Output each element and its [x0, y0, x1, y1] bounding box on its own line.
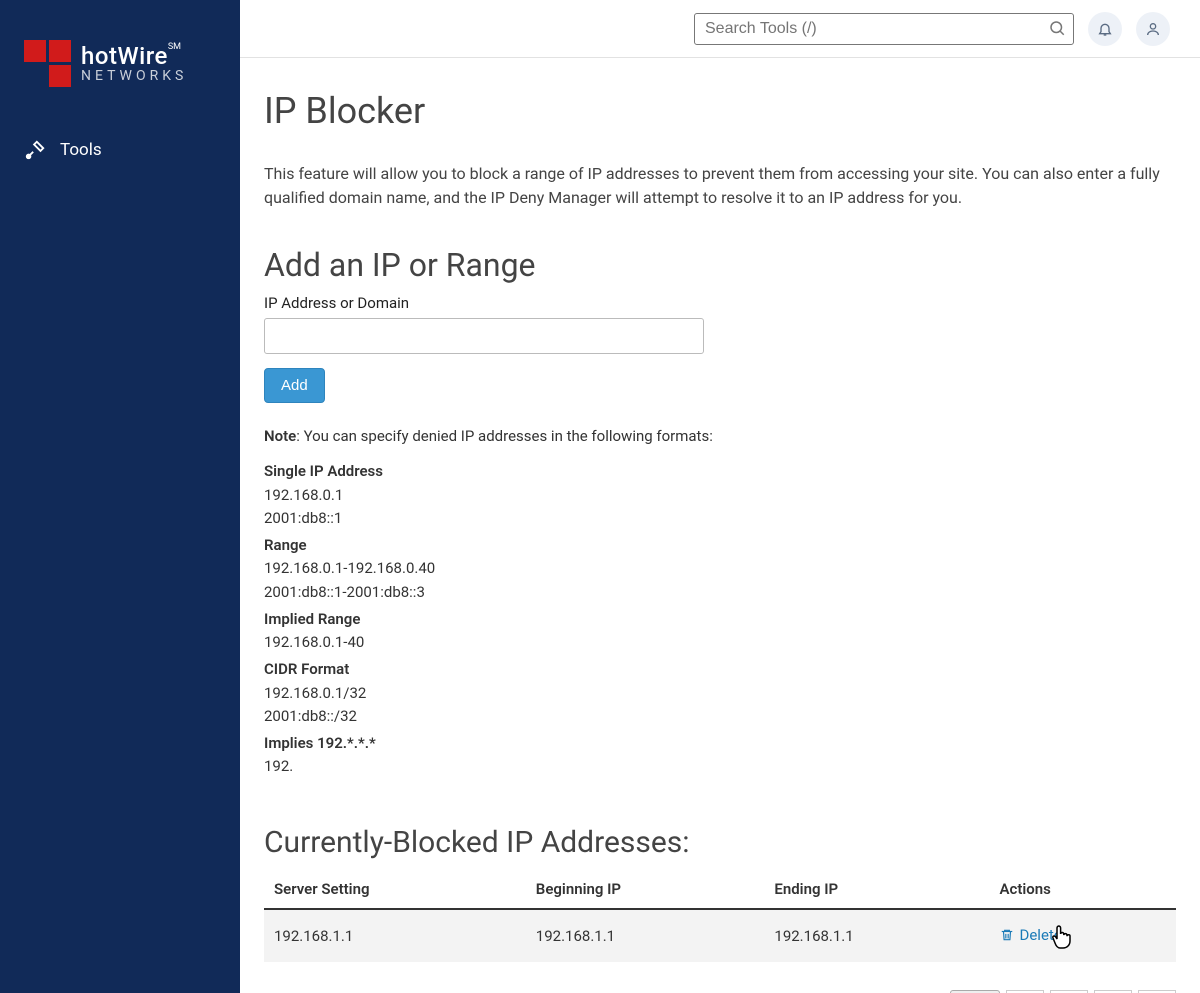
cell-ending-ip: 192.168.1.1 — [764, 909, 989, 962]
notifications-button[interactable] — [1088, 12, 1122, 46]
search-input[interactable] — [694, 13, 1074, 45]
format-header: CIDR Format — [264, 658, 1176, 681]
format-header: Implies 192.*.*.* — [264, 732, 1176, 755]
blocked-table: Server Setting Beginning IP Ending IP Ac… — [264, 870, 1176, 962]
brand-text: hotWireSM NETWORKS — [81, 43, 187, 85]
col-server-setting[interactable]: Server Setting — [264, 870, 526, 909]
brand-mark-icon — [24, 40, 71, 87]
format-example: 192.168.0.1/32 — [264, 682, 1176, 705]
page-size-select[interactable]: 10 — [950, 990, 1000, 993]
format-example: 192.168.0.1-192.168.0.40 — [264, 557, 1176, 580]
sidebar-item-tools[interactable]: Tools — [0, 127, 240, 173]
brand-sm: SM — [168, 42, 181, 52]
col-ending-ip[interactable]: Ending IP — [764, 870, 989, 909]
note-prefix: Note — [264, 427, 296, 445]
format-example: 192.168.0.1 — [264, 484, 1176, 507]
note-block: Note: You can specify denied IP addresse… — [264, 425, 1176, 779]
format-example: 2001:db8::1-2001:db8::3 — [264, 581, 1176, 604]
delete-label: Delete — [1020, 926, 1062, 944]
brand-sub: NETWORKS — [81, 69, 187, 84]
sidebar-item-label: Tools — [60, 140, 102, 160]
brand-name: hotWire — [81, 42, 168, 70]
search-wrap — [694, 13, 1074, 45]
cell-server-setting: 192.168.1.1 — [264, 909, 526, 962]
pager-next-button[interactable]: > — [1094, 990, 1132, 993]
delete-button[interactable]: Delete — [1000, 926, 1062, 944]
format-item: Implied Range192.168.0.1-40 — [264, 608, 1176, 655]
table-row: 192.168.1.1 192.168.1.1 192.168.1.1 Dele… — [264, 909, 1176, 962]
brand-logo: hotWireSM NETWORKS — [0, 40, 240, 127]
tools-icon — [24, 139, 46, 161]
format-header: Single IP Address — [264, 460, 1176, 483]
format-example: 2001:db8::/32 — [264, 705, 1176, 728]
trash-icon — [1000, 928, 1014, 942]
add-ip-heading: Add an IP or Range — [264, 246, 1176, 284]
pagination: Page Size 10 << < > >> — [264, 990, 1176, 993]
ip-field-label: IP Address or Domain — [264, 294, 1176, 312]
account-button[interactable] — [1136, 12, 1170, 46]
pager-first-button[interactable]: << — [1006, 990, 1044, 993]
format-header: Range — [264, 534, 1176, 557]
note-text: : You can specify denied IP addresses in… — [296, 427, 713, 445]
topbar — [240, 0, 1200, 58]
format-item: Implies 192.*.*.*192. — [264, 732, 1176, 779]
format-example: 192. — [264, 755, 1176, 778]
col-actions: Actions — [990, 870, 1177, 909]
format-item: Range192.168.0.1-192.168.0.402001:db8::1… — [264, 534, 1176, 604]
format-item: CIDR Format192.168.0.1/322001:db8::/32 — [264, 658, 1176, 728]
pager-last-button[interactable]: >> — [1138, 990, 1176, 993]
bell-icon — [1097, 21, 1113, 37]
user-icon — [1145, 21, 1161, 37]
page-description: This feature will allow you to block a r… — [264, 162, 1164, 210]
pager-prev-button[interactable]: < — [1050, 990, 1088, 993]
format-example: 2001:db8::1 — [264, 507, 1176, 530]
format-example: 192.168.0.1-40 — [264, 631, 1176, 654]
search-icon[interactable] — [1048, 19, 1066, 41]
ip-address-input[interactable] — [264, 318, 704, 354]
page-title: IP Blocker — [264, 90, 1176, 132]
format-item: Single IP Address192.168.0.12001:db8::1 — [264, 460, 1176, 530]
col-beginning-ip[interactable]: Beginning IP — [526, 870, 765, 909]
blocked-heading: Currently-Blocked IP Addresses: — [264, 825, 1176, 860]
sidebar: hotWireSM NETWORKS Tools — [0, 0, 240, 993]
format-header: Implied Range — [264, 608, 1176, 631]
add-button[interactable]: Add — [264, 368, 325, 403]
cell-beginning-ip: 192.168.1.1 — [526, 909, 765, 962]
main-content: IP Blocker This feature will allow you t… — [240, 58, 1200, 993]
